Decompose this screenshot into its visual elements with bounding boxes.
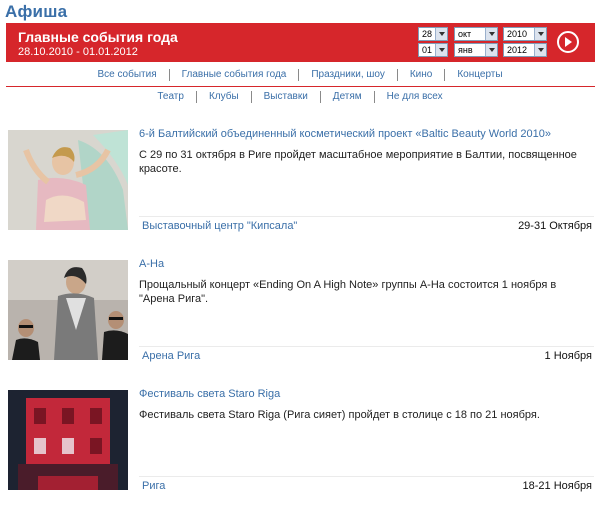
nav-holidays-shows[interactable]: Праздники, шоу: [298, 69, 397, 81]
to-day-value: 01: [422, 45, 433, 55]
event-date: 1 Ноября: [544, 350, 592, 362]
to-month-select[interactable]: янв: [454, 43, 498, 57]
to-year-value: 2012: [507, 45, 528, 55]
nav-clubs[interactable]: Клубы: [195, 91, 251, 103]
event-thumbnail[interactable]: [8, 260, 128, 360]
event-footer: Арена Рига 1 Ноября: [139, 346, 594, 366]
event-thumbnail[interactable]: [8, 390, 128, 490]
play-arrow-icon[interactable]: [557, 31, 579, 53]
dropdown-arrow-icon: [485, 44, 497, 56]
event-date: 18-21 Ноября: [522, 480, 592, 492]
from-month-value: окт: [458, 29, 472, 39]
event-footer: Выставочный центр "Кипсала" 29-31 Октябр…: [139, 216, 594, 236]
nav-divider: [6, 86, 595, 87]
nav-main-events[interactable]: Главные события года: [168, 69, 299, 81]
event-title-link[interactable]: 6-й Балтийский объединенный косметически…: [139, 128, 551, 140]
event-title-link[interactable]: Фестиваль света Staro Riga: [139, 388, 280, 400]
dropdown-arrow-icon: [435, 44, 447, 56]
dropdown-arrow-icon: [485, 28, 497, 40]
nav-exhibitions[interactable]: Выставки: [250, 91, 320, 103]
event-date: 29-31 Октября: [518, 220, 592, 232]
nav-cinema[interactable]: Кино: [396, 69, 445, 81]
event-title-link[interactable]: A-Ha: [139, 258, 164, 270]
from-day-value: 28: [422, 29, 433, 39]
dropdown-arrow-icon: [435, 28, 447, 40]
banner-title: Главные события года: [18, 29, 178, 45]
event-venue-link[interactable]: Арена Рига: [142, 350, 200, 362]
event-venue-link[interactable]: Выставочный центр "Кипсала": [142, 220, 297, 232]
page-title: Афиша: [5, 2, 68, 21]
category-nav-secondary: Театр Клубы Выставки Детям Не для всех: [0, 91, 600, 103]
nav-not-for-all[interactable]: Не для всех: [373, 91, 455, 103]
dropdown-arrow-icon: [534, 28, 546, 40]
event-footer: Рига 18-21 Ноября: [139, 476, 594, 496]
event-description: Фестиваль света Staro Riga (Рига сияет) …: [139, 409, 540, 421]
nav-concerts[interactable]: Концерты: [444, 69, 514, 81]
event-venue-link[interactable]: Рига: [142, 480, 165, 492]
to-month-value: янв: [458, 45, 473, 55]
from-month-select[interactable]: окт: [454, 27, 498, 41]
banner-date-range: 28.10.2010 - 01.01.2012: [18, 46, 138, 58]
category-nav-primary: Все события Главные события года Праздни…: [0, 69, 600, 81]
to-day-select[interactable]: 01: [418, 43, 448, 57]
event-description: С 29 по 31 октября в Риге пройдет масшта…: [139, 149, 577, 175]
nav-theatre[interactable]: Театр: [145, 91, 196, 103]
nav-all-events[interactable]: Все события: [85, 69, 168, 81]
from-day-select[interactable]: 28: [418, 27, 448, 41]
dropdown-arrow-icon: [534, 44, 546, 56]
event-description: Прощальный концерт «Ending On A High Not…: [139, 279, 557, 305]
to-year-select[interactable]: 2012: [503, 43, 547, 57]
from-year-select[interactable]: 2010: [503, 27, 547, 41]
event-thumbnail[interactable]: [8, 130, 128, 230]
from-year-value: 2010: [507, 29, 528, 39]
nav-kids[interactable]: Детям: [319, 91, 374, 103]
